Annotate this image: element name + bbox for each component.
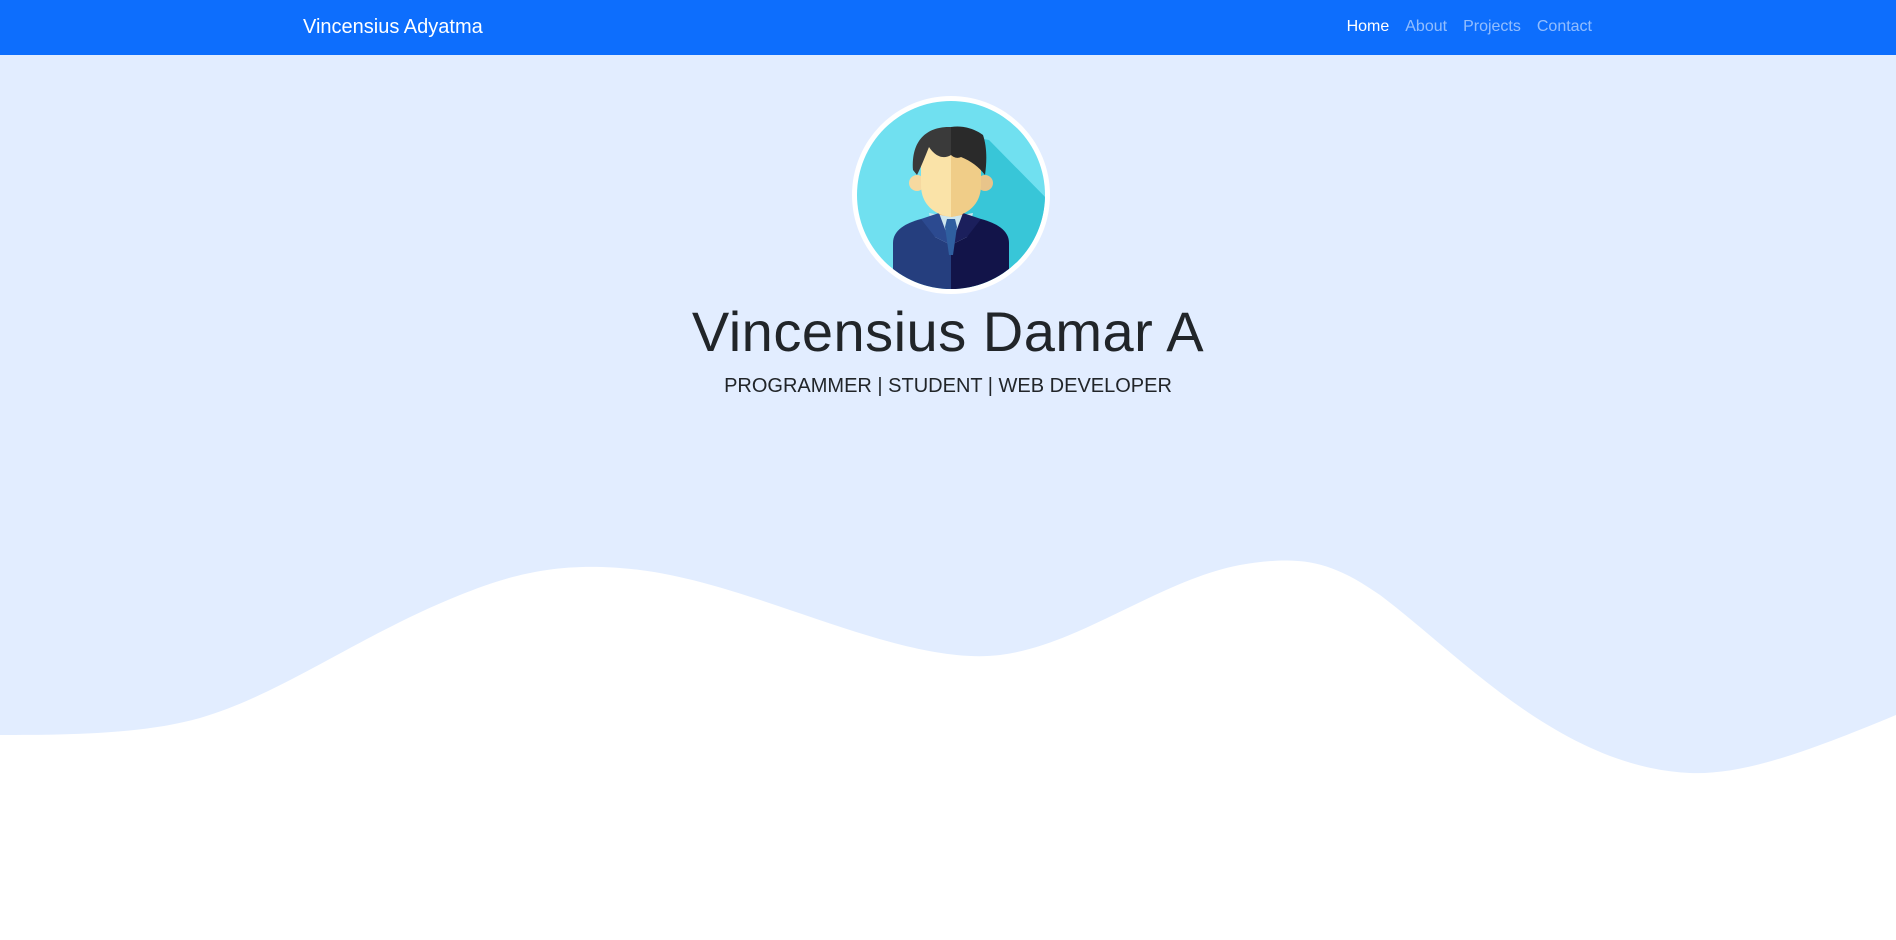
nav-link-about[interactable]: About [1405, 18, 1447, 35]
avatar [851, 95, 1051, 295]
navbar-brand[interactable]: Vincensius Adyatma [303, 14, 483, 40]
hero-section: Vincensius Damar A PROGRAMMER | STUDENT … [0, 55, 1896, 940]
hero-name: Vincensius Damar A [691, 300, 1205, 363]
nav-item-projects: Projects [1463, 16, 1521, 38]
nav-link-contact[interactable]: Contact [1537, 18, 1592, 35]
nav-item-about: About [1405, 16, 1447, 38]
navbar: Vincensius Adyatma Home About Projects C… [0, 0, 1896, 55]
nav-link-home[interactable]: Home [1347, 18, 1390, 35]
nav-item-home: Home [1347, 16, 1390, 38]
nav-item-contact: Contact [1537, 16, 1592, 38]
hero-tagline: PROGRAMMER | STUDENT | WEB DEVELOPER [724, 375, 1172, 397]
nav-link-projects[interactable]: Projects [1463, 18, 1521, 35]
man-avatar-icon [852, 96, 1050, 294]
page: Vincensius Adyatma Home About Projects C… [0, 0, 1896, 940]
nav-links: Home About Projects Contact [1347, 16, 1592, 38]
